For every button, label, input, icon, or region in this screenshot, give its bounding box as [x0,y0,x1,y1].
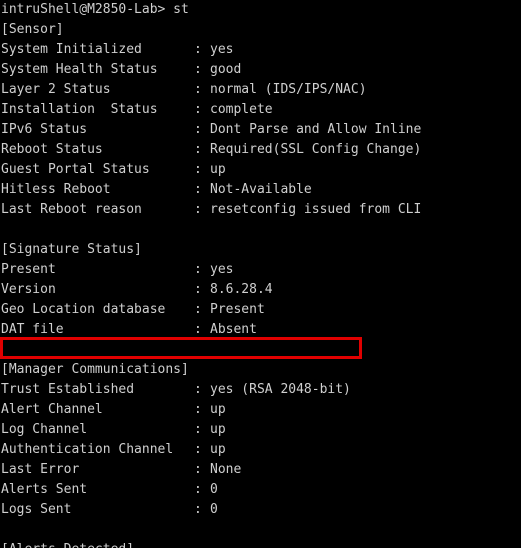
status-row-value: up [210,402,226,417]
status-row-label: Alert Channel [1,402,103,417]
status-row: Layer 2 Status: normal (IDS/IPS/NAC) [0,80,521,100]
status-row: Reboot Status: Required(SSL Config Change… [0,140,521,160]
status-row-value: complete [210,102,273,117]
status-row-separator: : [194,442,202,457]
status-row-separator: : [194,102,202,117]
status-row-value: resetconfig issued from CLI [210,202,422,217]
status-row-label: Present [1,262,56,277]
status-row-separator: : [194,382,202,397]
status-row-label: Alerts Sent [1,482,88,497]
status-row: Logs Sent:0 [0,500,521,520]
status-row: DAT file: Absent [0,320,521,340]
section-heading-alerts-detected: [Alerts Detected] [0,540,521,548]
status-row-label: Geo Location database [1,302,166,317]
prompt-text: intruShell@M2850-Lab> st [1,2,189,17]
status-row: Authentication Channel: up [0,440,521,460]
status-row-separator: : [194,82,202,97]
status-row: IPv6 Status: Dont Parse and Allow Inline [0,120,521,140]
status-row-separator: : [194,462,202,477]
status-row-separator: : [194,262,202,277]
status-row-value: 8.6.28.4 [210,282,273,297]
status-row-label: Trust Established [1,382,135,397]
status-row-label: System Initialized [1,42,142,57]
status-row-label: Logs Sent [1,502,72,517]
terminal-window[interactable]: intruShell@M2850-Lab> st [Sensor] System I… [0,0,521,548]
status-row-label: Log Channel [1,422,88,437]
status-row-separator: : [194,202,202,217]
section-heading-manager-communications: [Manager Communications] [0,360,521,380]
status-row-value: Dont Parse and Allow Inline [210,122,422,137]
status-row-value: 0 [210,482,218,497]
status-row-label: Installation Status [1,102,158,117]
status-row-value: up [210,442,226,457]
status-row-separator: : [194,302,202,317]
section-heading-text: [Signature Status] [1,242,142,257]
status-row-label: Layer 2 Status [1,82,111,97]
status-row: System Initialized: yes [0,40,521,60]
prompt-line: intruShell@M2850-Lab> st [0,0,521,20]
status-row-label: System Health Status [1,62,158,77]
status-row: Trust Established: yes (RSA 2048-bit) [0,380,521,400]
status-row: Present: yes [0,260,521,280]
status-row-value: Required(SSL Config Change) [210,142,422,157]
status-row-value: None [210,462,242,477]
status-row-separator: : [194,282,202,297]
status-row-value: Not-Available [210,182,312,197]
status-row-separator: : [194,42,202,57]
status-row-label: Guest Portal Status [1,162,150,177]
status-row-value: yes [210,42,234,57]
status-row-separator: : [194,482,202,497]
status-row: Alerts Sent:0 [0,480,521,500]
status-row-label: Authentication Channel [1,442,174,457]
status-row: System Health Status: good [0,60,521,80]
section-heading-text: [Alerts Detected] [1,540,134,548]
section-heading-signature-status: [Signature Status] [0,240,521,260]
status-row-separator: : [194,162,202,177]
status-row: Installation Status: complete [0,100,521,120]
trust-established-highlight-box [0,337,362,359]
status-row-separator: : [194,142,202,157]
status-row-label: Hitless Reboot [1,182,111,197]
status-row-value: yes [210,262,234,277]
status-row-separator: : [194,502,202,517]
status-row: Alert Channel: up [0,400,521,420]
status-row: Log Channel: up [0,420,521,440]
status-row-value: up [210,162,226,177]
status-row-label: Version [1,282,56,297]
section-heading-text: [Sensor] [1,22,64,37]
status-row-value: good [210,62,242,77]
status-row: Last Error: None [0,460,521,480]
status-row-value: Absent [210,322,257,337]
status-row-label: Last Reboot reason [1,202,142,217]
status-row-separator: : [194,62,202,77]
status-row: Geo Location database: Present [0,300,521,320]
status-row-value: normal (IDS/IPS/NAC) [210,82,367,97]
status-row-separator: : [194,322,202,337]
section-heading-text: [Manager Communications] [1,362,189,377]
status-row: Last Reboot reason: resetconfig issued fr… [0,200,521,220]
status-row-value: up [210,422,226,437]
status-row-value: yes (RSA 2048-bit) [210,382,351,397]
status-row-separator: : [194,122,202,137]
status-row: Hitless Reboot: Not-Available [0,180,521,200]
status-row-separator: : [194,422,202,437]
status-row-label: Reboot Status [1,142,103,157]
status-row: Version:8.6.28.4 [0,280,521,300]
status-row-separator: : [194,182,202,197]
status-row-value: Present [210,302,265,317]
section-heading-sensor: [Sensor] [0,20,521,40]
status-row-separator: : [194,402,202,417]
status-row: Guest Portal Status: up [0,160,521,180]
status-row-label: IPv6 Status [1,122,88,137]
status-row-label: DAT file [1,322,64,337]
status-row-label: Last Error [1,462,80,477]
status-row-value: 0 [210,502,218,517]
